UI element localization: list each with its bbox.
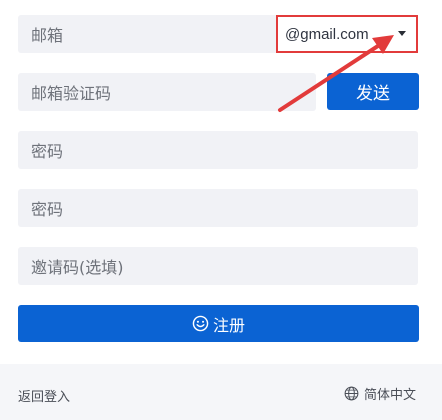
- password-field[interactable]: 密码: [18, 131, 418, 169]
- back-to-login-link[interactable]: 返回登入: [18, 386, 70, 405]
- confirm-password-placeholder: 密码: [31, 200, 64, 219]
- email-placeholder: 邮箱: [31, 26, 64, 45]
- password-placeholder: 密码: [31, 142, 64, 161]
- caret-down-icon: [398, 31, 406, 36]
- send-code-label: 发送: [356, 84, 390, 104]
- email-domain-select[interactable]: @gmail.com: [276, 15, 418, 53]
- register-button[interactable]: 注册: [18, 305, 419, 342]
- confirm-password-field[interactable]: 密码: [18, 189, 418, 227]
- footer: 返回登入 简体中文: [0, 364, 442, 420]
- language-label: 简体中文: [363, 388, 416, 403]
- smile-icon: [192, 315, 209, 332]
- register-page: 邮箱 @gmail.com 邮箱验证码 发送 密码 密码 邀请码(选填) 注册 …: [0, 0, 442, 420]
- email-domain-value: @gmail.com: [285, 25, 369, 43]
- email-code-field[interactable]: 邮箱验证码: [18, 73, 316, 111]
- invite-code-field[interactable]: 邀请码(选填): [18, 247, 418, 285]
- invite-code-placeholder: 邀请码(选填): [31, 258, 124, 277]
- email-code-placeholder: 邮箱验证码: [31, 84, 112, 103]
- language-switch[interactable]: 简体中文: [344, 384, 416, 403]
- send-code-button[interactable]: 发送: [327, 73, 419, 110]
- globe-icon: [344, 386, 359, 401]
- register-label: 注册: [212, 315, 245, 335]
